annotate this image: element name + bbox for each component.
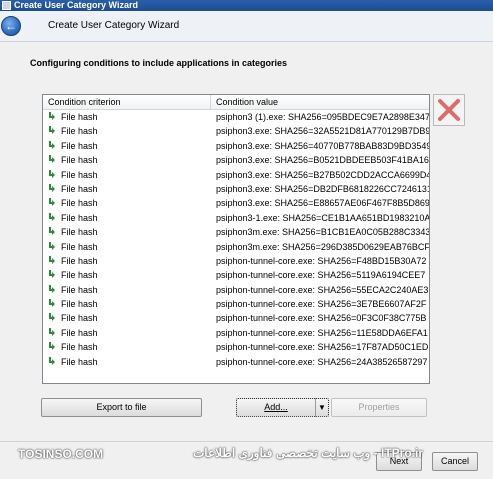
condition-value: psiphon-tunnel-core.exe: SHA256=3E7BE660… [216,299,427,310]
conditions-list[interactable]: Condition criterion Condition value File… [42,94,430,384]
file-hash-icon [49,299,55,308]
file-hash-icon [49,126,55,135]
file-hash-icon [49,140,55,149]
app-icon [2,1,11,10]
condition-value: psiphon-tunnel-core.exe: SHA256=0F3C0F38… [216,313,427,324]
table-row[interactable]: File hash psiphon-tunnel-core.exe: SHA256… [43,268,429,282]
condition-value: psiphon3.exe: SHA256=E88657AE06F467F8B5D… [216,198,429,209]
condition-value: psiphon3.exe: SHA256=32A5521D81A770129B7… [216,126,429,137]
column-header-value[interactable]: Condition value [216,97,278,107]
condition-criterion: File hash [61,212,98,223]
condition-criterion: File hash [61,183,98,194]
condition-criterion: File hash [61,284,98,295]
condition-criterion: File hash [61,155,98,166]
table-row[interactable]: File hash psiphon3.exe: SHA256=32A5521D81… [43,124,429,138]
table-row[interactable]: File hash psiphon-tunnel-core.exe: SHA256… [43,297,429,311]
table-row[interactable]: File hash psiphon-tunnel-core.exe: SHA256… [43,355,429,369]
table-row[interactable]: File hash psiphon3.exe: SHA256=B27B502CDD… [43,168,429,182]
table-row[interactable]: File hash psiphon3.exe: SHA256=40770B778B… [43,139,429,153]
condition-value: psiphon3 (1).exe: SHA256=095BDEC9E7A2898… [216,112,429,122]
file-hash-icon [49,342,55,351]
condition-value: psiphon3m.exe: SHA256=296D385D0629EAB76B… [216,241,429,252]
condition-value: psiphon-tunnel-core.exe: SHA256=5119A619… [216,270,426,281]
file-hash-icon [49,183,55,192]
file-hash-icon [49,155,55,164]
properties-button[interactable]: Properties [331,398,427,417]
delete-button[interactable] [433,94,465,126]
chevron-down-icon[interactable]: ▼ [318,399,326,416]
table-row[interactable]: File hash psiphon-tunnel-core.exe: SHA256… [43,340,429,354]
file-hash-icon [49,241,55,250]
file-hash-icon [49,284,55,293]
condition-value: psiphon3-1.exe: SHA256=CE1B1AA651BD19832… [216,212,429,223]
table-row[interactable]: File hash psiphon3m.exe: SHA256=B1CB1EA0C… [43,225,429,239]
add-button-label: Add... [264,402,288,412]
watermark-left: TOSINSO.COM [18,447,104,461]
file-hash-icon [49,327,55,336]
condition-criterion: File hash [61,126,98,137]
condition-value: psiphon-tunnel-core.exe: SHA256=24A38526… [216,356,428,367]
table-row[interactable]: File hash psiphon-tunnel-core.exe: SHA256… [43,326,429,340]
file-hash-icon [49,112,55,120]
condition-value: psiphon3.exe: SHA256=40770B778BAB83D9BD3… [216,140,429,151]
condition-value: psiphon-tunnel-core.exe: SHA256=F48BD15B… [216,255,427,266]
column-header-criterion[interactable]: Condition criterion [48,97,121,107]
file-hash-icon [49,227,55,236]
table-row[interactable]: File hash psiphon3.exe: SHA256=B0521DBDEE… [43,153,429,167]
condition-criterion: File hash [61,342,98,353]
table-row[interactable]: File hash psiphon3.exe: SHA256=DB2DFB6818… [43,182,429,196]
table-row[interactable]: File hash psiphon3m.exe: SHA256=296D385D0… [43,240,429,254]
condition-criterion: File hash [61,227,98,238]
window-title: Create User Category Wizard [14,0,138,10]
condition-value: psiphon-tunnel-core.exe: SHA256=17F87AD5… [216,342,429,353]
table-row[interactable]: File hash psiphon-tunnel-core.exe: SHA256… [43,254,429,268]
file-hash-icon [49,255,55,264]
watermark-right: ITPro.ir - وب سایت تخصصی فناوری اطلاعات [193,446,423,460]
table-row[interactable]: File hash psiphon-tunnel-core.exe: SHA256… [43,283,429,297]
column-separator[interactable] [210,95,211,109]
list-rows: File hash psiphon3 (1).exe: SHA256=095BDE… [43,110,429,369]
condition-criterion: File hash [61,169,98,180]
back-arrow-icon[interactable]: ← [1,16,21,36]
file-hash-icon [49,169,55,178]
file-hash-icon [49,270,55,279]
condition-value: psiphon3m.exe: SHA256=B1CB1EA0C05B288C33… [216,227,429,238]
list-header: Condition criterion Condition value [43,95,429,110]
add-button[interactable]: Add... ▼ [236,398,329,417]
export-to-file-button[interactable]: Export to file [41,398,202,417]
page-subtitle: Configuring conditions to include applic… [30,58,288,68]
condition-value: psiphon3.exe: SHA256=DB2DFB6818226CC7246… [216,183,429,194]
wizard-title: Create User Category Wizard [48,20,180,31]
condition-criterion: File hash [61,270,98,281]
condition-value: psiphon-tunnel-core.exe: SHA256=11E58DDA… [216,327,428,338]
condition-criterion: File hash [61,198,98,209]
condition-criterion: File hash [61,313,98,324]
table-row[interactable]: File hash psiphon3 (1).exe: SHA256=095BDE… [43,110,429,124]
condition-value: psiphon3.exe: SHA256=B0521DBDEEB503F41BA… [216,155,429,166]
condition-value: psiphon-tunnel-core.exe: SHA256=55ECA2C2… [216,284,429,295]
file-hash-icon [49,198,55,207]
condition-criterion: File hash [61,356,98,367]
file-hash-icon [49,356,55,365]
table-row[interactable]: File hash psiphon3-1.exe: SHA256=CE1B1AA6… [43,211,429,225]
condition-criterion: File hash [61,327,98,338]
table-row[interactable]: File hash psiphon3.exe: SHA256=E88657AE06… [43,196,429,210]
file-hash-icon [49,313,55,322]
wizard-header: ← Create User Category Wizard [0,11,493,42]
footer-separator [0,441,493,442]
condition-value: psiphon3.exe: SHA256=B27B502CDD2ACCA6699… [216,169,429,180]
delete-x-icon [438,99,460,121]
condition-criterion: File hash [61,140,98,151]
condition-criterion: File hash [61,299,98,310]
condition-criterion: File hash [61,255,98,266]
condition-criterion: File hash [61,112,98,122]
file-hash-icon [49,212,55,221]
table-row[interactable]: File hash psiphon-tunnel-core.exe: SHA256… [43,311,429,325]
condition-criterion: File hash [61,241,98,252]
add-button-divider [315,398,316,417]
window-title-bar: Create User Category Wizard [0,0,493,11]
